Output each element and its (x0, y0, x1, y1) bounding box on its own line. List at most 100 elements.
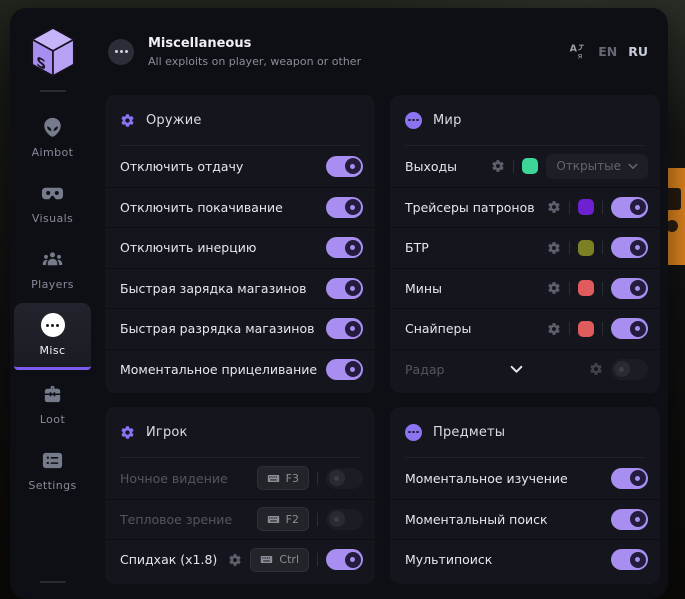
hotkey-label: F3 (286, 472, 299, 485)
language-switcher: EN RU (568, 42, 648, 61)
page-subtitle: All exploits on player, weapon or other (148, 55, 361, 68)
color-swatch[interactable] (578, 280, 594, 296)
hotkey-badge[interactable]: Ctrl (250, 548, 309, 572)
row-multi-loot: Мультипоиск (390, 539, 660, 580)
divider (602, 322, 603, 335)
exits-dropdown[interactable]: Открытые (546, 154, 648, 179)
gear-icon[interactable] (589, 362, 603, 376)
color-swatch[interactable] (578, 321, 594, 337)
divider (602, 241, 603, 254)
row-no-sway: Отключить покачивание (105, 187, 375, 228)
alien-icon (41, 116, 64, 139)
divider (513, 160, 514, 173)
left-column: Оружие Отключить отдачу Отключить покачи… (105, 95, 375, 584)
sidebar-item-settings[interactable]: Settings (14, 438, 91, 502)
toggle-switch[interactable] (326, 237, 363, 258)
lang-en-button[interactable]: EN (598, 44, 617, 59)
gear-icon[interactable] (547, 281, 561, 295)
page-title: Miscellaneous (148, 36, 361, 51)
toggle-switch[interactable] (326, 509, 363, 530)
keyboard-icon (260, 553, 273, 566)
toggle-switch[interactable] (326, 468, 363, 489)
sidebar-item-aimbot[interactable]: Aimbot (14, 105, 91, 169)
lang-ru-button[interactable]: RU (628, 44, 648, 59)
people-icon (41, 248, 64, 271)
sidebar-top-divider (40, 90, 66, 92)
toggle-switch[interactable] (611, 509, 648, 530)
divider (317, 553, 318, 566)
row-label: Снайперы (405, 321, 471, 336)
sidebar-item-visuals[interactable]: Visuals (14, 171, 91, 235)
toggle-switch[interactable] (611, 318, 648, 339)
row-label: Отключить отдачу (120, 159, 243, 174)
page-header: Miscellaneous All exploits on player, we… (95, 8, 668, 95)
vr-goggles-icon (41, 182, 64, 205)
divider (317, 513, 318, 526)
row-bullet-tracers: Трейсеры патронов (390, 187, 660, 228)
hotkey-label: Ctrl (279, 553, 299, 566)
toggle-switch[interactable] (326, 359, 363, 380)
content-grid: Оружие Отключить отдачу Отключить покачи… (95, 95, 668, 584)
sidebar-item-label: Loot (40, 413, 65, 426)
sidebar-nav: Aimbot Visuals Players Misc Loot (10, 104, 95, 503)
row-label: Ночное видение (120, 471, 228, 486)
row-label: Спидхак (x1.8) (120, 552, 217, 567)
hotkey-badge[interactable]: F3 (257, 466, 309, 490)
chevron-down-icon[interactable] (510, 365, 523, 374)
keyboard-icon (267, 472, 280, 485)
sidebar-item-misc[interactable]: Misc (14, 303, 91, 370)
sidebar-item-players[interactable]: Players (14, 237, 91, 301)
color-swatch[interactable] (578, 199, 594, 215)
toggle-switch[interactable] (611, 197, 648, 218)
toggle-switch[interactable] (611, 278, 648, 299)
list-icon (41, 449, 64, 472)
sidebar-item-loot[interactable]: Loot (14, 372, 91, 436)
divider (602, 282, 603, 295)
row-no-inertia: Отключить инерцию (105, 227, 375, 268)
row-btr: БТР (390, 227, 660, 268)
hotkey-badge[interactable]: F2 (257, 507, 309, 531)
toggle-switch[interactable] (326, 197, 363, 218)
sidebar-item-label: Aimbot (32, 146, 74, 159)
toggle-switch[interactable] (611, 549, 648, 570)
row-label: Радар (405, 362, 444, 377)
gear-icon[interactable] (547, 322, 561, 336)
gear-icon[interactable] (491, 159, 505, 173)
toggle-switch[interactable] (326, 318, 363, 339)
row-label: Выходы (405, 159, 457, 174)
row-fast-reload: Быстрая зарядка магазинов (105, 268, 375, 309)
app-logo[interactable]: S G (28, 8, 78, 90)
ellipsis-icon (41, 313, 65, 337)
row-label: Отключить инерцию (120, 240, 256, 255)
section-world: Мир Выходы Открытые (390, 95, 660, 393)
desktop-background: S G Aimbot Visuals Players (0, 0, 685, 599)
row-exits: Выходы Открытые (390, 146, 660, 187)
hotkey-label: F2 (286, 513, 299, 526)
row-label: Моментальное прицеливание (120, 362, 317, 377)
row-instant-loot: Моментальный поиск (390, 499, 660, 540)
section-title: Оружие (146, 113, 202, 128)
divider (569, 282, 570, 295)
color-swatch[interactable] (522, 158, 538, 174)
row-night-vision: Ночное видение F3 (105, 458, 375, 499)
toggle-switch[interactable] (326, 156, 363, 177)
sidebar-item-label: Misc (40, 344, 66, 357)
toggle-switch[interactable] (611, 237, 648, 258)
gear-icon[interactable] (547, 241, 561, 255)
toolbox-icon (41, 383, 64, 406)
toggle-switch[interactable] (611, 468, 648, 489)
gear-icon[interactable] (547, 200, 561, 214)
row-radar: Радар (390, 349, 660, 390)
row-label: Быстрая разрядка магазинов (120, 321, 314, 336)
row-mines: Мины (390, 268, 660, 309)
toggle-switch[interactable] (326, 549, 363, 570)
color-swatch[interactable] (578, 240, 594, 256)
toggle-switch[interactable] (326, 278, 363, 299)
divider (602, 201, 603, 214)
sg-cube-logo-icon: S G (28, 26, 78, 80)
gear-icon[interactable] (228, 553, 242, 567)
section-title: Игрок (146, 425, 188, 440)
toggle-switch[interactable] (611, 359, 648, 380)
section-items: Предметы Моментальное изучение Моменталь… (390, 407, 660, 584)
row-label: Моментальное изучение (405, 471, 568, 486)
